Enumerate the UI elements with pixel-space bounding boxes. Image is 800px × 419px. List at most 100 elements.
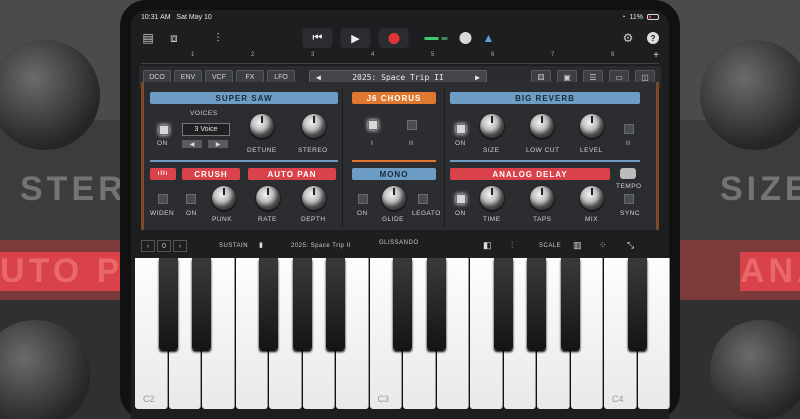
status-time: 10:31 AM (141, 13, 171, 21)
depth-knob[interactable] (302, 186, 326, 210)
master-volume-knob[interactable] (459, 32, 472, 44)
octave-up-button[interactable]: › (173, 240, 187, 252)
ruler-mark: 2 (251, 52, 255, 58)
tempo-label: TEMPO (616, 183, 642, 190)
meter-bar (441, 36, 448, 40)
sustain-button[interactable]: SUSTAIN (219, 243, 248, 249)
preset-name: 2025: Space Trip II (352, 72, 444, 82)
timeline-ruler[interactable]: 1 2 3 4 5 6 7 8 + (141, 50, 659, 64)
stereo-knob[interactable] (302, 114, 326, 138)
panel-divider (342, 88, 343, 228)
chorus-header: J6 CHORUS (352, 92, 436, 104)
widen-label: WIDEN (150, 210, 175, 217)
super-saw-underline (150, 160, 338, 162)
chorus-i-label: I (371, 140, 374, 147)
key-label-c4: C4 (612, 394, 624, 404)
chorus-i-toggle[interactable] (368, 120, 378, 130)
time-label: TIME (483, 216, 501, 223)
play-button[interactable]: ▶ (340, 28, 371, 48)
punk-knob[interactable] (212, 186, 236, 210)
help-button[interactable]: ? (647, 32, 659, 44)
time-knob[interactable] (480, 186, 504, 210)
rate-knob[interactable] (256, 186, 280, 210)
black-key[interactable] (326, 258, 345, 350)
level-knob[interactable] (580, 114, 604, 138)
add-section-icon[interactable]: + (653, 50, 659, 61)
reverb-header: BIG REVERB (450, 92, 640, 104)
mix-knob[interactable] (580, 186, 604, 210)
level-label: LEVEL (580, 147, 603, 154)
instrument-browser-icon[interactable]: ⧈ (165, 29, 183, 47)
crush-on-toggle[interactable] (186, 194, 196, 204)
widen-toggle[interactable] (158, 194, 168, 204)
voices-value[interactable]: 3 Voice (182, 123, 230, 136)
scale-button[interactable]: SCALE (539, 243, 561, 249)
black-key[interactable] (426, 258, 446, 350)
mono-on-label: ON (357, 210, 368, 217)
ruler-mark: 6 (491, 52, 495, 58)
black-key[interactable] (560, 258, 580, 350)
keyboard-layout-icon[interactable]: ◧ (483, 240, 492, 251)
black-key[interactable] (527, 258, 546, 350)
piano-keyboard: C2 C3 C4 (135, 258, 670, 409)
autopan-header: AUTO PAN (248, 168, 336, 180)
keyboard-icon[interactable]: ▥ (573, 240, 582, 251)
black-key[interactable] (292, 258, 312, 350)
reverb-on-label: ON (455, 140, 466, 147)
punk-label: PUNK (212, 216, 233, 223)
sync-label: SYNC (620, 210, 641, 217)
document-icon[interactable]: ▤ (139, 29, 157, 47)
battery-percent: 11% (629, 13, 644, 21)
octave-down-button[interactable]: ‹ (141, 240, 155, 252)
panel-divider (444, 88, 445, 228)
delay-on-toggle[interactable] (456, 194, 466, 204)
mixer-icon[interactable]: ⫶ (209, 29, 227, 47)
voices-down-button[interactable]: ◀ (182, 140, 202, 148)
expand-icon[interactable]: ⤡ (627, 240, 634, 251)
level-meter (424, 36, 448, 40)
arpeggiator-icon[interactable]: ⁘ (599, 240, 607, 251)
size-label: SIZE (483, 147, 500, 154)
chorus-ii-toggle[interactable] (407, 120, 417, 130)
sync-toggle[interactable] (624, 194, 634, 204)
record-button[interactable] (378, 28, 409, 48)
voices-label: VOICES (190, 110, 218, 117)
depth-label: DEPTH (301, 216, 326, 223)
black-key[interactable] (192, 258, 211, 350)
preset-next-icon[interactable]: ▶ (475, 73, 480, 82)
glide-knob[interactable] (382, 186, 406, 210)
voices-up-button[interactable]: ▶ (208, 140, 228, 148)
battery-icon (647, 14, 659, 20)
black-key[interactable] (393, 258, 412, 350)
legato-toggle[interactable] (418, 194, 428, 204)
taps-knob[interactable] (530, 186, 554, 210)
mono-header: MONO (352, 168, 436, 180)
black-key[interactable] (493, 258, 513, 350)
mono-on-toggle[interactable] (358, 194, 368, 204)
ruler-mark: 3 (311, 52, 315, 58)
black-key[interactable] (627, 258, 647, 350)
reverb-ii-toggle[interactable] (624, 124, 634, 134)
controls-icon[interactable]: ⫶ (511, 240, 513, 251)
low-cut-knob[interactable] (530, 114, 554, 138)
lock-icon[interactable]: ▮ (259, 241, 263, 249)
glide-label: GLIDE (382, 216, 405, 223)
preset-prev-icon[interactable]: ◀ (316, 73, 321, 82)
black-key[interactable] (259, 258, 278, 350)
keyboard-preset-name: 2025: Space Trip II (291, 243, 351, 249)
settings-icon[interactable]: ⚙ (619, 29, 637, 47)
synth-fx-panel: SUPER SAW VOICES 3 Voice ◀ ▶ ON DETUNE S… (141, 82, 659, 230)
wifi-icon: ◔ (621, 13, 626, 21)
crush-header: CRUSH (182, 168, 240, 180)
reverb-on-toggle[interactable] (456, 124, 466, 134)
detune-knob[interactable] (250, 114, 274, 138)
tempo-button[interactable] (620, 168, 636, 179)
rewind-button[interactable]: ⏮ (302, 28, 333, 48)
black-key[interactable] (158, 258, 178, 350)
glissando-button[interactable]: GLISSANDO (379, 240, 419, 246)
key-label-c3: C3 (377, 394, 390, 404)
metronome-icon[interactable]: ▲ (480, 29, 498, 47)
super-saw-on-toggle[interactable] (159, 125, 169, 135)
keyboard-toolbar: ‹ 0 › SUSTAIN ▮ 2025: Space Trip II GLIS… (141, 236, 659, 256)
size-knob[interactable] (480, 114, 504, 138)
